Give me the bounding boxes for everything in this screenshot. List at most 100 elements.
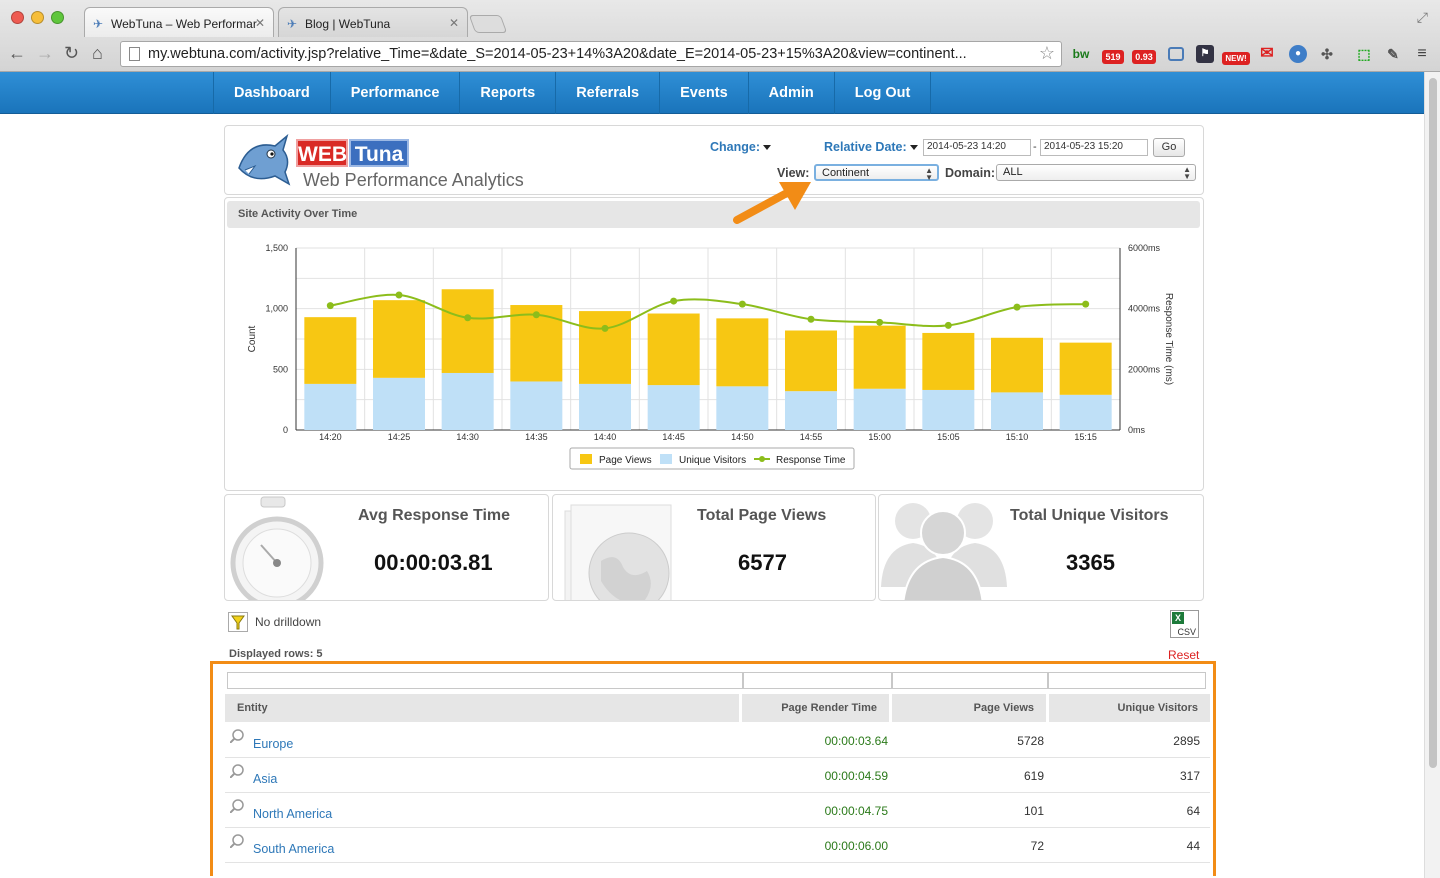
response-time-point bbox=[532, 311, 540, 319]
bar-page-views bbox=[373, 300, 425, 378]
eyedropper-extension-icon[interactable]: ✎ bbox=[1384, 45, 1402, 63]
total-unique-visitors-value: 3365 bbox=[1066, 550, 1115, 575]
x-tick-label: 14:40 bbox=[594, 432, 617, 442]
visitors-filter-input[interactable] bbox=[1048, 672, 1206, 689]
go-button[interactable]: Go bbox=[1153, 138, 1185, 157]
y-right-tick-label: 6000ms bbox=[1128, 243, 1161, 253]
x-tick-label: 14:25 bbox=[388, 432, 411, 442]
x-tick-label: 15:05 bbox=[937, 432, 960, 442]
csv-label: CSV bbox=[1177, 627, 1196, 637]
csv-export-button[interactable]: X CSV bbox=[1170, 610, 1199, 638]
bar-unique-visitors bbox=[304, 383, 357, 430]
drilldown-filter-button[interactable] bbox=[228, 612, 248, 632]
column-header-entity[interactable]: Entity bbox=[225, 694, 739, 722]
circle-extension-icon[interactable]: ● bbox=[1289, 45, 1307, 63]
column-header-unique-visitors[interactable]: Unique Visitors bbox=[1049, 694, 1210, 722]
minimize-window-button[interactable] bbox=[31, 11, 44, 24]
close-tab-icon[interactable]: ✕ bbox=[255, 16, 265, 30]
forward-icon[interactable]: → bbox=[36, 44, 54, 62]
close-tab-icon[interactable]: ✕ bbox=[449, 16, 459, 30]
response-time-point bbox=[395, 291, 403, 299]
address-bar[interactable]: my.webtuna.com/activity.jsp?relative_Tim… bbox=[120, 41, 1062, 67]
render-filter-input[interactable] bbox=[743, 672, 892, 689]
bar-unique-visitors bbox=[647, 385, 700, 430]
column-header-page-render-time[interactable]: Page Render Time bbox=[742, 694, 889, 722]
table-row: Asia 00:00:04.59 619 317 bbox=[225, 758, 1210, 793]
menu-icon[interactable]: ≡ bbox=[1413, 45, 1431, 63]
nav-logout[interactable]: Log Out bbox=[835, 72, 932, 114]
avg-response-title: Avg Response Time bbox=[358, 507, 511, 524]
nav-dashboard[interactable]: Dashboard bbox=[214, 72, 331, 114]
new-tab-button[interactable] bbox=[468, 15, 508, 33]
date-start-input[interactable]: 2014-05-23 14:20 bbox=[923, 139, 1031, 156]
column-header-page-views[interactable]: Page Views bbox=[892, 694, 1046, 722]
nav-admin[interactable]: Admin bbox=[749, 72, 835, 114]
entity-link[interactable]: Asia bbox=[253, 772, 277, 786]
unique-visitors-cell: 317 bbox=[1179, 769, 1200, 783]
unique-visitors-cell: 64 bbox=[1186, 804, 1200, 818]
table-row: South America 00:00:06.00 72 44 bbox=[225, 828, 1210, 863]
entity-link[interactable]: Europe bbox=[253, 737, 293, 751]
bar-unique-visitors bbox=[991, 392, 1043, 430]
browser-chrome: ✈ WebTuna – Web Performar ✕ ✈ Blog | Web… bbox=[0, 0, 1440, 72]
legend-swatch-response-time-marker bbox=[759, 456, 765, 462]
window-extension-icon[interactable] bbox=[1168, 47, 1184, 61]
back-icon[interactable]: ← bbox=[8, 44, 26, 62]
zoom-window-button[interactable] bbox=[51, 11, 64, 24]
date-end-input[interactable]: 2014-05-23 15:20 bbox=[1040, 139, 1148, 156]
x-tick-label: 15:00 bbox=[868, 432, 891, 442]
nav-performance[interactable]: Performance bbox=[331, 72, 461, 114]
green-extension-icon[interactable]: ⬚ bbox=[1355, 45, 1373, 63]
view-label: View: bbox=[777, 166, 810, 180]
bar-page-views bbox=[922, 332, 975, 390]
reset-link[interactable]: Reset bbox=[1168, 648, 1199, 662]
tag-extension-icon[interactable]: ⚑ bbox=[1196, 45, 1214, 63]
entity-link[interactable]: South America bbox=[253, 842, 334, 856]
render-time-cell: 00:00:04.75 bbox=[824, 804, 888, 818]
views-filter-input[interactable] bbox=[892, 672, 1048, 689]
nav-referrals[interactable]: Referrals bbox=[556, 72, 661, 114]
magnifier-icon[interactable] bbox=[230, 799, 244, 813]
fullscreen-icon[interactable]: ⤢ bbox=[1417, 9, 1428, 26]
total-page-views-value: 6577 bbox=[738, 550, 787, 575]
browser-tab-blog[interactable]: ✈ Blog | WebTuna ✕ bbox=[278, 7, 468, 37]
relative-date-menu[interactable]: Relative Date: bbox=[824, 140, 918, 154]
change-menu[interactable]: Change: bbox=[710, 140, 771, 154]
entity-link[interactable]: North America bbox=[253, 807, 332, 821]
bw-extension-icon[interactable]: bw bbox=[1072, 45, 1090, 63]
x-tick-label: 14:30 bbox=[456, 432, 479, 442]
nav-events[interactable]: Events bbox=[660, 72, 749, 114]
bar-unique-visitors bbox=[373, 377, 425, 430]
browser-tab-webtuna[interactable]: ✈ WebTuna – Web Performar ✕ bbox=[84, 7, 274, 37]
funnel-icon bbox=[231, 615, 245, 630]
view-select-value: Continent bbox=[822, 167, 870, 179]
domain-select[interactable]: ALL ▲ ▼ bbox=[996, 164, 1196, 181]
home-icon[interactable]: ⌂ bbox=[92, 44, 103, 62]
bookmark-star-icon[interactable]: ☆ bbox=[1039, 43, 1055, 64]
x-tick-label: 14:50 bbox=[731, 432, 754, 442]
magnifier-icon[interactable] bbox=[230, 834, 244, 848]
magnifier-icon[interactable] bbox=[230, 764, 244, 778]
nav-reports[interactable]: Reports bbox=[460, 72, 557, 114]
response-time-point bbox=[944, 321, 952, 329]
response-time-point bbox=[1082, 300, 1090, 308]
gmail-extension-icon[interactable]: ✉ bbox=[1258, 45, 1276, 63]
reload-icon[interactable]: ↻ bbox=[64, 44, 79, 62]
view-select[interactable]: Continent ▲ ▼ bbox=[814, 164, 939, 182]
puzzle-extension-icon[interactable]: ✣ bbox=[1318, 45, 1336, 63]
render-time-cell: 00:00:04.59 bbox=[824, 769, 888, 783]
scrollbar-thumb[interactable] bbox=[1429, 78, 1437, 768]
x-tick-label: 14:55 bbox=[800, 432, 823, 442]
new-extension-badge[interactable]: NEW! bbox=[1222, 52, 1250, 65]
page-scrollbar[interactable] bbox=[1424, 72, 1440, 878]
magnifier-icon[interactable] bbox=[230, 729, 244, 743]
entity-filter-input[interactable] bbox=[227, 672, 743, 689]
drilldown-status: No drilldown bbox=[255, 615, 322, 629]
main-navigation: Dashboard Performance Reports Referrals … bbox=[0, 72, 1424, 114]
close-window-button[interactable] bbox=[11, 11, 24, 24]
page-views-cell: 619 bbox=[1023, 769, 1044, 783]
timer-extension-badge[interactable]: 0.93 bbox=[1132, 50, 1156, 64]
speed-extension-badge[interactable]: 519 bbox=[1102, 50, 1124, 64]
bar-unique-visitors bbox=[510, 381, 563, 430]
legend-label-response-time: Response Time bbox=[776, 455, 846, 466]
